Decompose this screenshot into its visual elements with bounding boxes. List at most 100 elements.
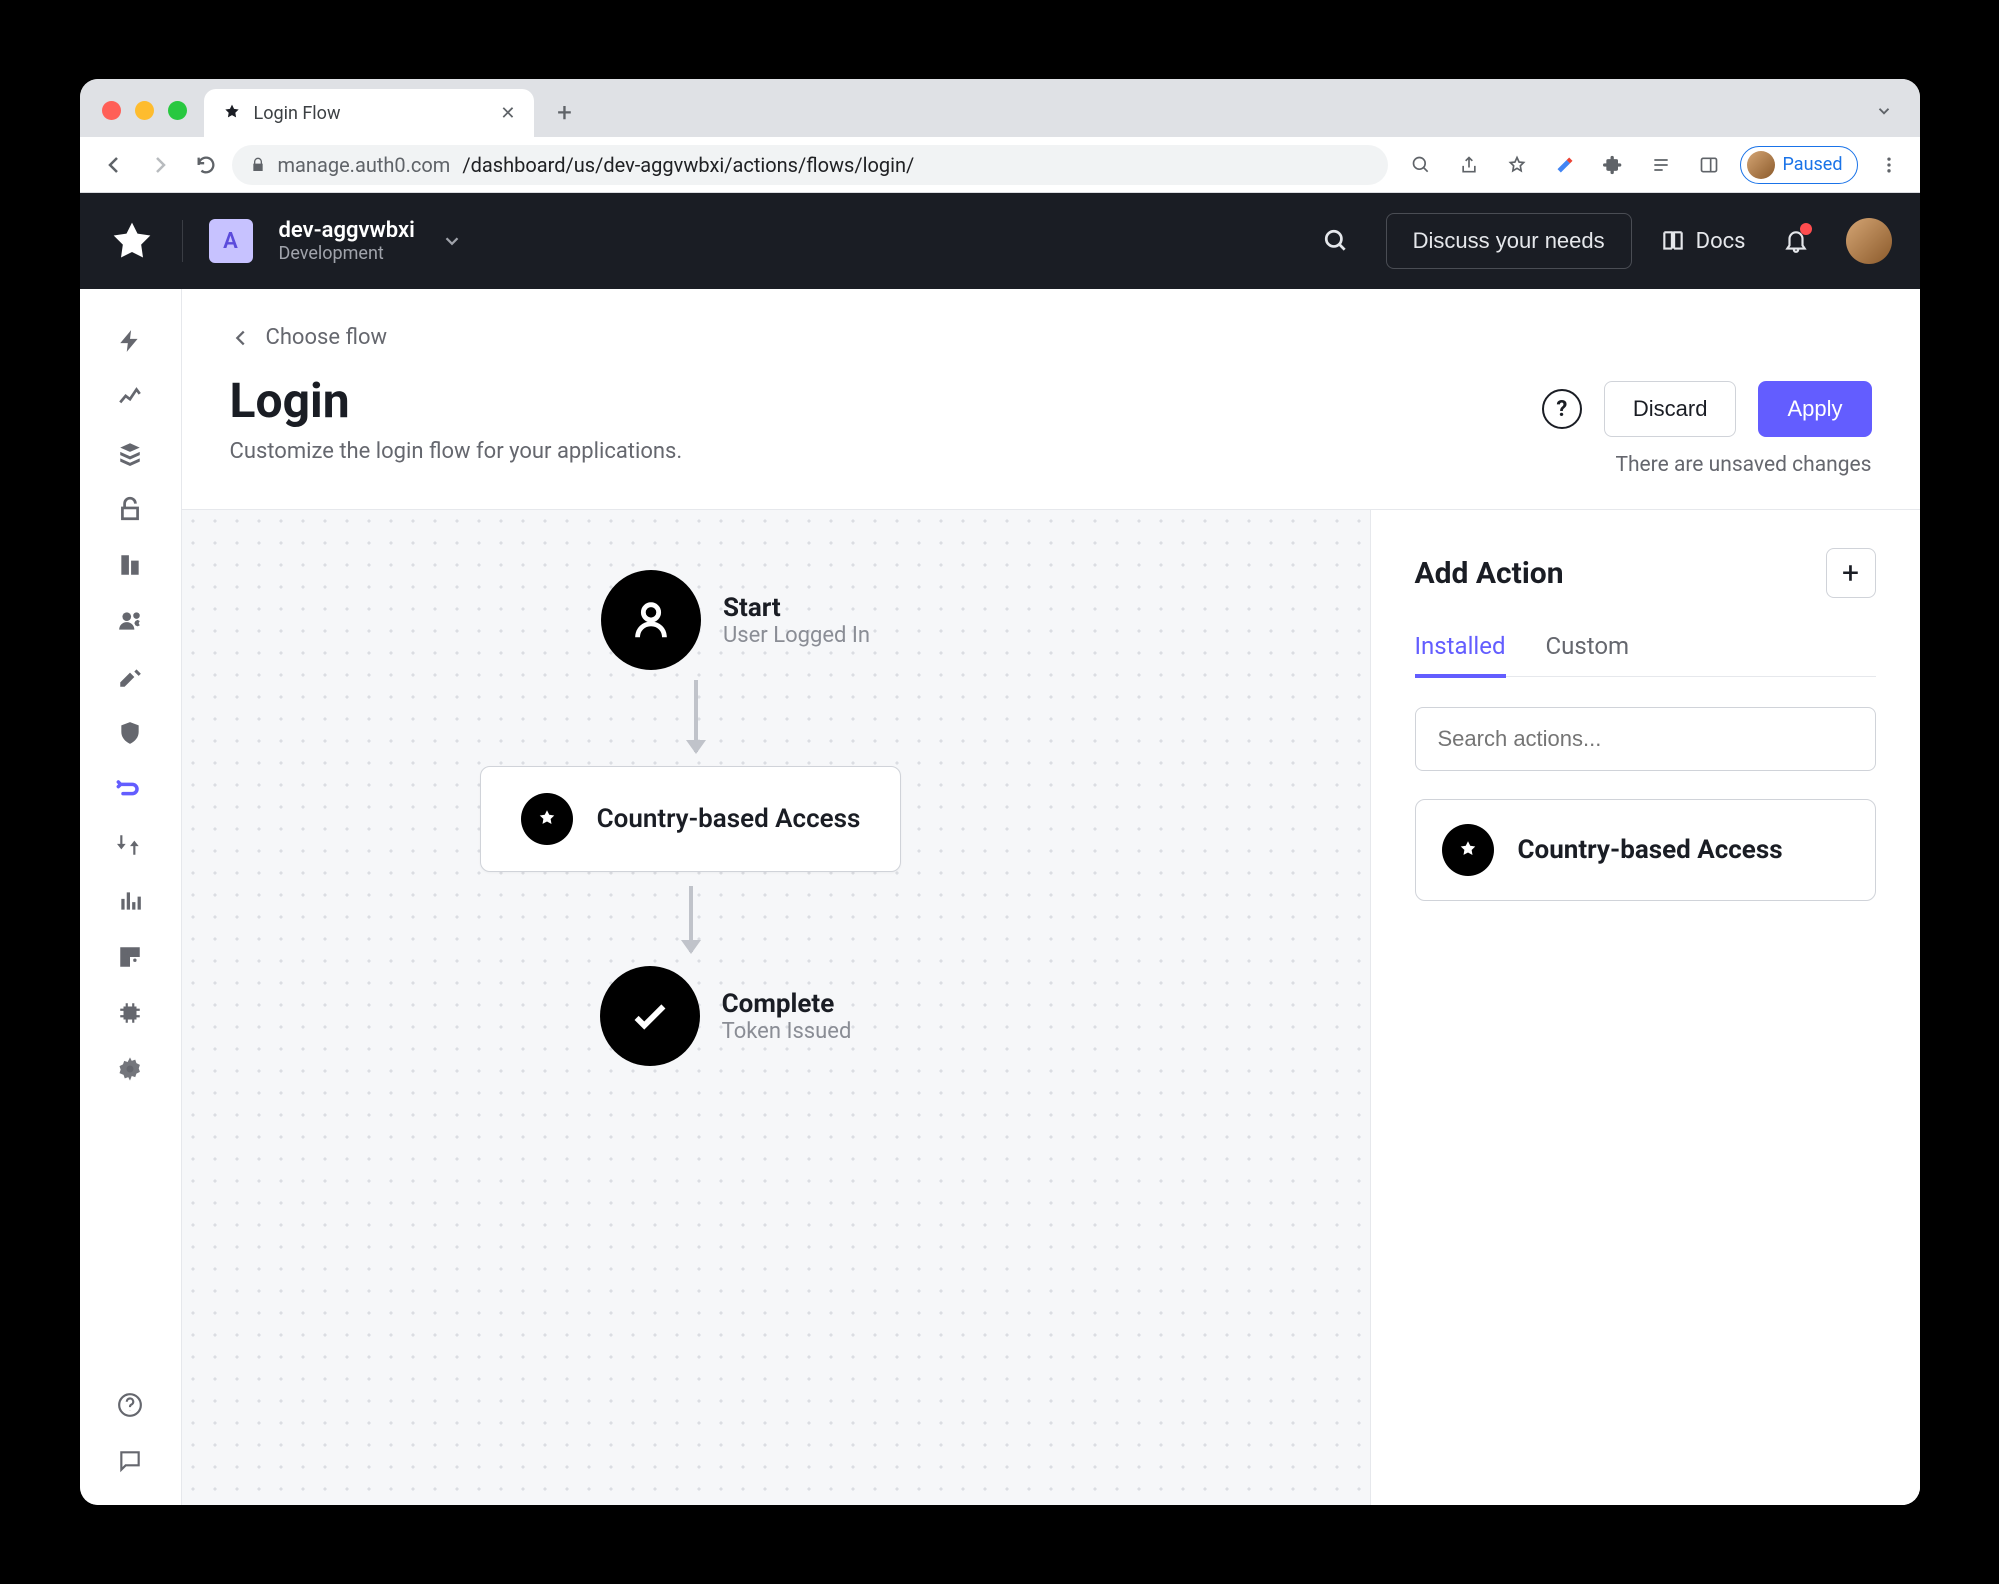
auth0-favicon-icon <box>222 103 242 123</box>
tab-strip: Login Flow ✕ + <box>80 79 1920 137</box>
url-path: /dashboard/us/dev-aggvwbxi/actions/flows… <box>462 153 914 177</box>
flow-complete-node: Complete Token Issued <box>600 966 852 1066</box>
action-list-item[interactable]: Country-based Access <box>1415 799 1876 901</box>
notification-dot <box>1800 223 1812 235</box>
start-subtitle: User Logged In <box>723 623 870 648</box>
sidebar-item-monitoring[interactable] <box>106 877 154 925</box>
flow-action-label: Country-based Access <box>597 804 861 834</box>
profile-status-pill[interactable]: Paused <box>1740 146 1858 184</box>
app-header: A dev-aggvwbxi Development Discuss your … <box>80 193 1920 289</box>
page-header: Choose flow Login Customize the login fl… <box>182 289 1920 509</box>
sidebar-item-settings[interactable] <box>106 1045 154 1093</box>
browser-tab[interactable]: Login Flow ✕ <box>204 89 534 137</box>
back-button[interactable] <box>94 145 134 185</box>
kebab-menu-icon[interactable] <box>1872 148 1906 182</box>
sidebar-item-extensions[interactable] <box>106 989 154 1037</box>
address-bar[interactable]: manage.auth0.com/dashboard/us/dev-aggvwb… <box>232 145 1388 185</box>
flow-arrow <box>694 680 698 752</box>
minimize-window-button[interactable] <box>135 101 154 120</box>
sidebar-item-user-management[interactable] <box>106 597 154 645</box>
browser-window: Login Flow ✕ + manage.auth0.com/dashboar… <box>80 79 1920 1505</box>
sidebar <box>80 289 182 1505</box>
user-avatar[interactable] <box>1846 218 1892 264</box>
toolbar-right: Paused <box>1404 146 1906 184</box>
star-icon[interactable] <box>1500 148 1534 182</box>
flow-start-node: Start User Logged In <box>601 570 870 670</box>
tab-installed[interactable]: Installed <box>1415 632 1506 676</box>
sidebar-item-help[interactable] <box>106 1381 154 1429</box>
url-bar: manage.auth0.com/dashboard/us/dev-aggvwb… <box>80 137 1920 193</box>
page-header-left: Choose flow Login Customize the login fl… <box>230 325 683 464</box>
complete-title: Complete <box>722 989 852 1019</box>
notifications-button[interactable] <box>1774 219 1818 263</box>
highlighter-icon[interactable] <box>1548 148 1582 182</box>
share-icon[interactable] <box>1452 148 1486 182</box>
sidebar-item-getting-started[interactable] <box>106 317 154 365</box>
lock-icon <box>250 157 266 173</box>
chevron-down-icon[interactable] <box>441 230 463 252</box>
divider <box>182 220 183 262</box>
panel-icon[interactable] <box>1692 148 1726 182</box>
url-host: manage.auth0.com <box>278 153 451 177</box>
action-list-label: Country-based Access <box>1518 835 1783 865</box>
unsaved-changes-message: There are unsaved changes <box>1615 453 1871 477</box>
workspace: Start User Logged In Country-based Acces… <box>182 509 1920 1505</box>
maximize-window-button[interactable] <box>168 101 187 120</box>
back-to-flows-link[interactable]: Choose flow <box>230 325 683 350</box>
sidebar-item-feedback[interactable] <box>106 1437 154 1485</box>
chevron-down-icon[interactable] <box>1866 93 1902 129</box>
sidebar-item-actions[interactable] <box>106 765 154 813</box>
add-action-button[interactable]: + <box>1826 548 1876 598</box>
apply-button[interactable]: Apply <box>1758 381 1871 437</box>
reading-list-icon[interactable] <box>1644 148 1678 182</box>
tenant-name: dev-aggvwbxi <box>279 218 415 243</box>
docs-link[interactable]: Docs <box>1660 228 1746 254</box>
main-content: Choose flow Login Customize the login fl… <box>182 289 1920 1505</box>
tenant-switcher[interactable]: dev-aggvwbxi Development <box>279 218 415 264</box>
panel-tabs: Installed Custom <box>1415 632 1876 677</box>
arrow-left-icon <box>230 327 252 349</box>
search-actions-input[interactable] <box>1415 707 1876 771</box>
docs-label: Docs <box>1696 229 1746 254</box>
back-label: Choose flow <box>266 325 388 350</box>
extensions-icon[interactable] <box>1596 148 1630 182</box>
sidebar-item-organizations[interactable] <box>106 541 154 589</box>
page-subtitle: Customize the login flow for your applic… <box>230 439 683 464</box>
flow-action-card[interactable]: Country-based Access <box>480 766 902 872</box>
check-icon <box>600 966 700 1066</box>
sidebar-item-marketplace[interactable] <box>106 933 154 981</box>
sidebar-item-applications[interactable] <box>106 429 154 477</box>
sidebar-item-branding[interactable] <box>106 653 154 701</box>
page-title: Login <box>230 372 683 429</box>
new-tab-button[interactable]: + <box>544 92 586 134</box>
complete-subtitle: Token Issued <box>722 1019 852 1044</box>
book-icon <box>1660 228 1686 254</box>
reload-button[interactable] <box>186 145 226 185</box>
sidebar-item-activity[interactable] <box>106 373 154 421</box>
flow-canvas[interactable]: Start User Logged In Country-based Acces… <box>182 509 1370 1505</box>
sidebar-item-auth-pipeline[interactable] <box>106 821 154 869</box>
flow-arrow <box>689 886 693 952</box>
close-window-button[interactable] <box>102 101 121 120</box>
forward-button[interactable] <box>140 145 180 185</box>
add-action-panel: Add Action + Installed Custom Country-ba… <box>1370 509 1920 1505</box>
search-icon[interactable] <box>1314 219 1358 263</box>
discard-button[interactable]: Discard <box>1604 381 1737 437</box>
app-body: Choose flow Login Customize the login fl… <box>80 289 1920 1505</box>
tenant-initial: A <box>223 229 238 254</box>
profile-avatar <box>1747 151 1775 179</box>
close-tab-icon[interactable]: ✕ <box>500 103 515 124</box>
window-controls <box>102 101 187 120</box>
panel-title: Add Action <box>1415 556 1564 591</box>
tab-custom[interactable]: Custom <box>1546 632 1630 676</box>
help-button[interactable]: ? <box>1542 389 1582 429</box>
sidebar-item-authentication[interactable] <box>106 485 154 533</box>
page-actions: ? Discard Apply There are unsaved change… <box>1542 381 1872 477</box>
auth0-logo-icon[interactable] <box>108 217 156 265</box>
shield-star-icon <box>1442 824 1494 876</box>
discuss-needs-button[interactable]: Discuss your needs <box>1386 213 1632 269</box>
sidebar-item-security[interactable] <box>106 709 154 757</box>
user-icon <box>601 570 701 670</box>
zoom-icon[interactable] <box>1404 148 1438 182</box>
profile-status-label: Paused <box>1783 154 1843 175</box>
